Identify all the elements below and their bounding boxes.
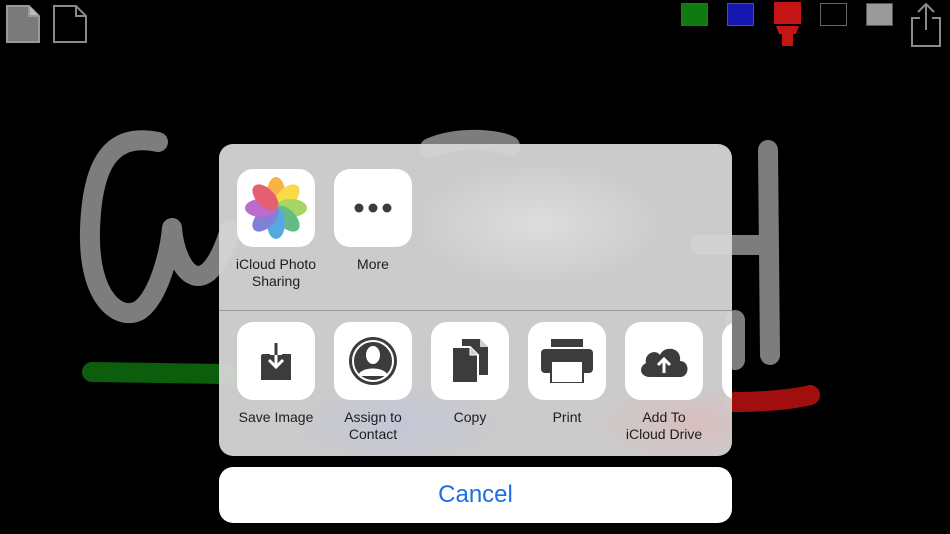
print-label: Print xyxy=(552,409,582,425)
save-image-icon xyxy=(261,343,291,380)
filled-page-icon xyxy=(6,5,40,43)
add-to-icloud-drive-label: Add To iCloud Drive xyxy=(625,409,703,442)
assign-to-contact-button[interactable] xyxy=(334,322,412,400)
copy-button[interactable] xyxy=(431,322,509,400)
cancel-button[interactable]: Cancel xyxy=(219,467,732,523)
sheet-divider xyxy=(219,310,732,311)
new-filled-page-button[interactable] xyxy=(5,4,41,44)
share-sheet: iCloud Photo Sharing More Save Image Ass… xyxy=(219,144,732,456)
gray-stroke xyxy=(79,130,240,324)
copy-label: Copy xyxy=(453,409,487,425)
swatch-green[interactable] xyxy=(681,3,708,26)
save-image-label: Save Image xyxy=(238,409,314,425)
photos-icon xyxy=(245,177,307,239)
add-to-icloud-drive-button[interactable] xyxy=(625,322,703,400)
share-button[interactable] xyxy=(908,0,944,48)
print-icon xyxy=(541,339,593,383)
new-blank-page-button[interactable] xyxy=(52,4,88,44)
icloud-drive-icon xyxy=(641,348,688,377)
green-stroke xyxy=(82,362,235,384)
contact-icon xyxy=(349,337,397,385)
more-label: More xyxy=(357,256,389,272)
icloud-photo-sharing-button[interactable] xyxy=(237,169,315,247)
swatch-blue[interactable] xyxy=(727,3,754,26)
print-button[interactable] xyxy=(528,322,606,400)
save-image-button[interactable] xyxy=(237,322,315,400)
icloud-photo-sharing-label: iCloud Photo Sharing xyxy=(235,256,317,289)
swatch-red-marker[interactable] xyxy=(774,2,801,46)
red-stroke xyxy=(725,385,820,412)
copy-icon xyxy=(451,339,488,384)
swatch-gray[interactable] xyxy=(866,3,893,26)
blank-page-icon xyxy=(53,5,87,43)
marker-icon xyxy=(774,2,801,46)
assign-to-contact-label: Assign to Contact xyxy=(344,409,402,442)
more-button[interactable] xyxy=(334,169,412,247)
next-action-tile-partial[interactable] xyxy=(722,322,732,400)
swatch-black[interactable] xyxy=(820,3,847,26)
more-icon xyxy=(354,203,392,213)
share-icon xyxy=(911,2,941,47)
